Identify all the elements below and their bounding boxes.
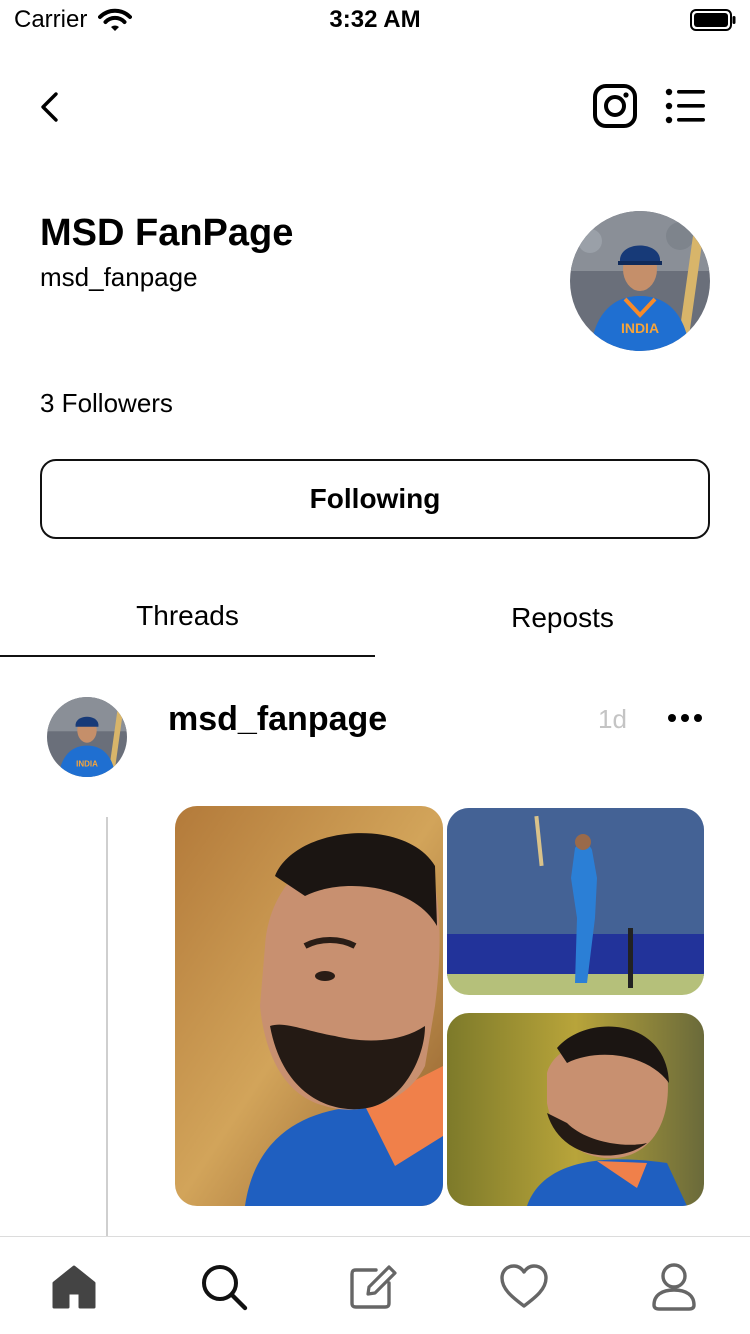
followers-count[interactable]: 3 Followers <box>40 388 173 419</box>
post-timestamp: 1d <box>598 704 627 734</box>
profile-username: msd_fanpage <box>40 262 198 292</box>
person-icon[interactable] <box>648 1261 700 1313</box>
post-image-2[interactable] <box>447 808 704 995</box>
selected-tab-indicator <box>0 655 375 657</box>
following-button[interactable]: Following <box>40 459 710 539</box>
profile-avatar[interactable]: INDIA <box>570 211 710 351</box>
post-avatar-image: INDIA <box>47 697 127 777</box>
post-image-1[interactable] <box>175 806 443 1206</box>
more-horizontal-icon[interactable] <box>662 700 708 736</box>
post-username[interactable]: msd_fanpage <box>168 700 387 739</box>
stadium-photo <box>447 808 704 995</box>
status-time: 3:32 AM <box>329 6 421 33</box>
portrait-photo <box>175 806 443 1206</box>
search-icon[interactable] <box>198 1261 250 1313</box>
bottom-tab-bar <box>0 1236 750 1334</box>
menu-list-icon[interactable] <box>662 86 708 126</box>
closeup-photo <box>447 1013 704 1206</box>
profile-avatar-image: INDIA <box>570 211 710 351</box>
compose-icon[interactable] <box>346 1261 398 1313</box>
back-button[interactable] <box>30 86 70 128</box>
tab-reposts[interactable]: Reposts <box>375 602 750 634</box>
post-author-avatar[interactable]: INDIA <box>47 697 127 777</box>
status-bar: Carrier 3:32 AM <box>0 0 750 40</box>
tab-threads[interactable]: Threads <box>0 600 375 632</box>
post-image-3[interactable] <box>447 1013 704 1206</box>
profile-display-name: MSD FanPage <box>40 212 294 254</box>
home-icon[interactable] <box>48 1261 100 1313</box>
instagram-icon[interactable] <box>592 83 638 129</box>
battery-icon <box>690 9 736 31</box>
svg-text:INDIA: INDIA <box>621 320 659 336</box>
svg-text:INDIA: INDIA <box>76 760 98 769</box>
thread-connector-line <box>106 817 108 1237</box>
heart-icon[interactable] <box>498 1261 550 1313</box>
